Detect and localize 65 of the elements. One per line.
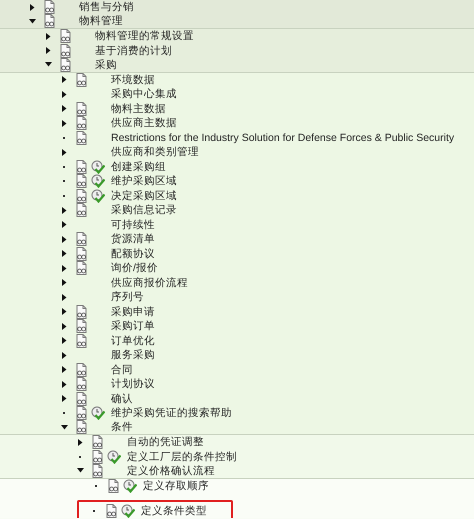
expand-arrow-icon[interactable] [62, 395, 66, 402]
expand-arrow-icon[interactable] [62, 76, 66, 84]
expand-arrow-icon[interactable] [46, 32, 50, 40]
tree-node-label[interactable]: 基于消费的计划 [89, 44, 172, 58]
tree-node-label[interactable]: 自动的凭证调整 [121, 435, 204, 450]
tree-node-label[interactable]: 订单优化 [105, 334, 155, 348]
expand-arrow-icon[interactable] [62, 90, 66, 98]
tree-node-label[interactable]: 供应商和类别管理 [105, 145, 199, 160]
expand-arrow-icon[interactable] [62, 322, 66, 330]
tree-node-label[interactable]: 采购申请 [105, 304, 155, 319]
tree-node-label[interactable]: 环境数据 [105, 72, 155, 87]
clock-check-icon[interactable] [91, 188, 105, 203]
expand-arrow-icon[interactable] [62, 352, 66, 359]
tree-node-label[interactable]: 定义存取顺序 [137, 478, 209, 493]
expand-arrow-icon[interactable] [62, 236, 66, 243]
tree-node-label[interactable]: 定义条件类型 [135, 504, 207, 518]
tree-node-label[interactable]: 配额协议 [105, 246, 155, 261]
tree-node-label[interactable]: 供应商主数据 [105, 116, 177, 130]
clock-check-icon[interactable] [121, 504, 135, 518]
expand-arrow-icon[interactable] [62, 206, 66, 214]
clock-check-icon[interactable] [91, 406, 105, 420]
expand-arrow-icon[interactable] [62, 250, 66, 258]
collapse-arrow-icon[interactable] [44, 62, 52, 68]
tree-node-label[interactable]: 采购 [89, 58, 117, 72]
expand-arrow-icon[interactable] [30, 4, 34, 11]
tree-node-label[interactable]: 条件 [105, 420, 133, 434]
tree-node-label[interactable]: 询价/报价 [105, 261, 158, 276]
expand-arrow-icon[interactable] [62, 308, 66, 316]
expand-arrow-icon[interactable] [62, 366, 66, 374]
tree-node-label[interactable]: 确认 [105, 392, 133, 406]
tree-node-label[interactable]: 采购信息记录 [105, 203, 177, 218]
tree-node-label[interactable]: 货源清单 [105, 232, 155, 246]
tree-node-label[interactable]: 服务采购 [105, 348, 155, 362]
tree-node-label[interactable]: 可持续性 [105, 218, 155, 232]
expand-arrow-icon[interactable] [62, 279, 66, 286]
tree-node-label[interactable]: 计划协议 [105, 377, 155, 392]
collapse-arrow-icon[interactable] [60, 424, 68, 430]
expand-arrow-icon[interactable] [62, 294, 66, 301]
expand-arrow-icon[interactable] [62, 105, 66, 112]
collapse-arrow-icon[interactable] [28, 18, 36, 24]
expand-arrow-icon[interactable] [78, 438, 82, 446]
clock-check-icon[interactable] [91, 174, 105, 188]
expand-arrow-icon[interactable] [62, 337, 66, 344]
tree-node-label[interactable]: 定义价格确认流程 [121, 464, 215, 478]
expand-arrow-icon[interactable] [62, 264, 66, 272]
expand-arrow-icon[interactable] [62, 380, 66, 388]
tree-node-label[interactable]: 合同 [105, 362, 133, 377]
tree-node-label[interactable]: 物料管理 [73, 14, 123, 28]
tree-node-label[interactable]: 决定采购区域 [105, 188, 177, 203]
expand-arrow-icon[interactable] [46, 47, 50, 54]
expand-arrow-icon[interactable] [62, 148, 66, 156]
clock-check-icon[interactable] [123, 478, 137, 493]
tree-node-label[interactable]: 创建采购组 [105, 160, 166, 174]
tree-node-label[interactable]: 采购订单 [105, 319, 155, 334]
collapse-arrow-icon[interactable] [76, 468, 84, 474]
clock-check-icon[interactable] [91, 160, 105, 174]
tree-node-label[interactable]: 维护采购区域 [105, 174, 177, 188]
clock-check-icon[interactable] [107, 450, 121, 464]
expand-arrow-icon[interactable] [62, 221, 66, 228]
tree-node-label[interactable]: 物料主数据 [105, 102, 166, 116]
tree-node-label[interactable]: 序列号 [105, 290, 144, 304]
tree-node-label[interactable]: 供应商报价流程 [105, 276, 188, 290]
tree-node-label[interactable]: 销售与分销 [73, 0, 134, 14]
expand-arrow-icon[interactable] [62, 120, 66, 127]
tree-node-label[interactable]: 采购中心集成 [105, 87, 177, 102]
